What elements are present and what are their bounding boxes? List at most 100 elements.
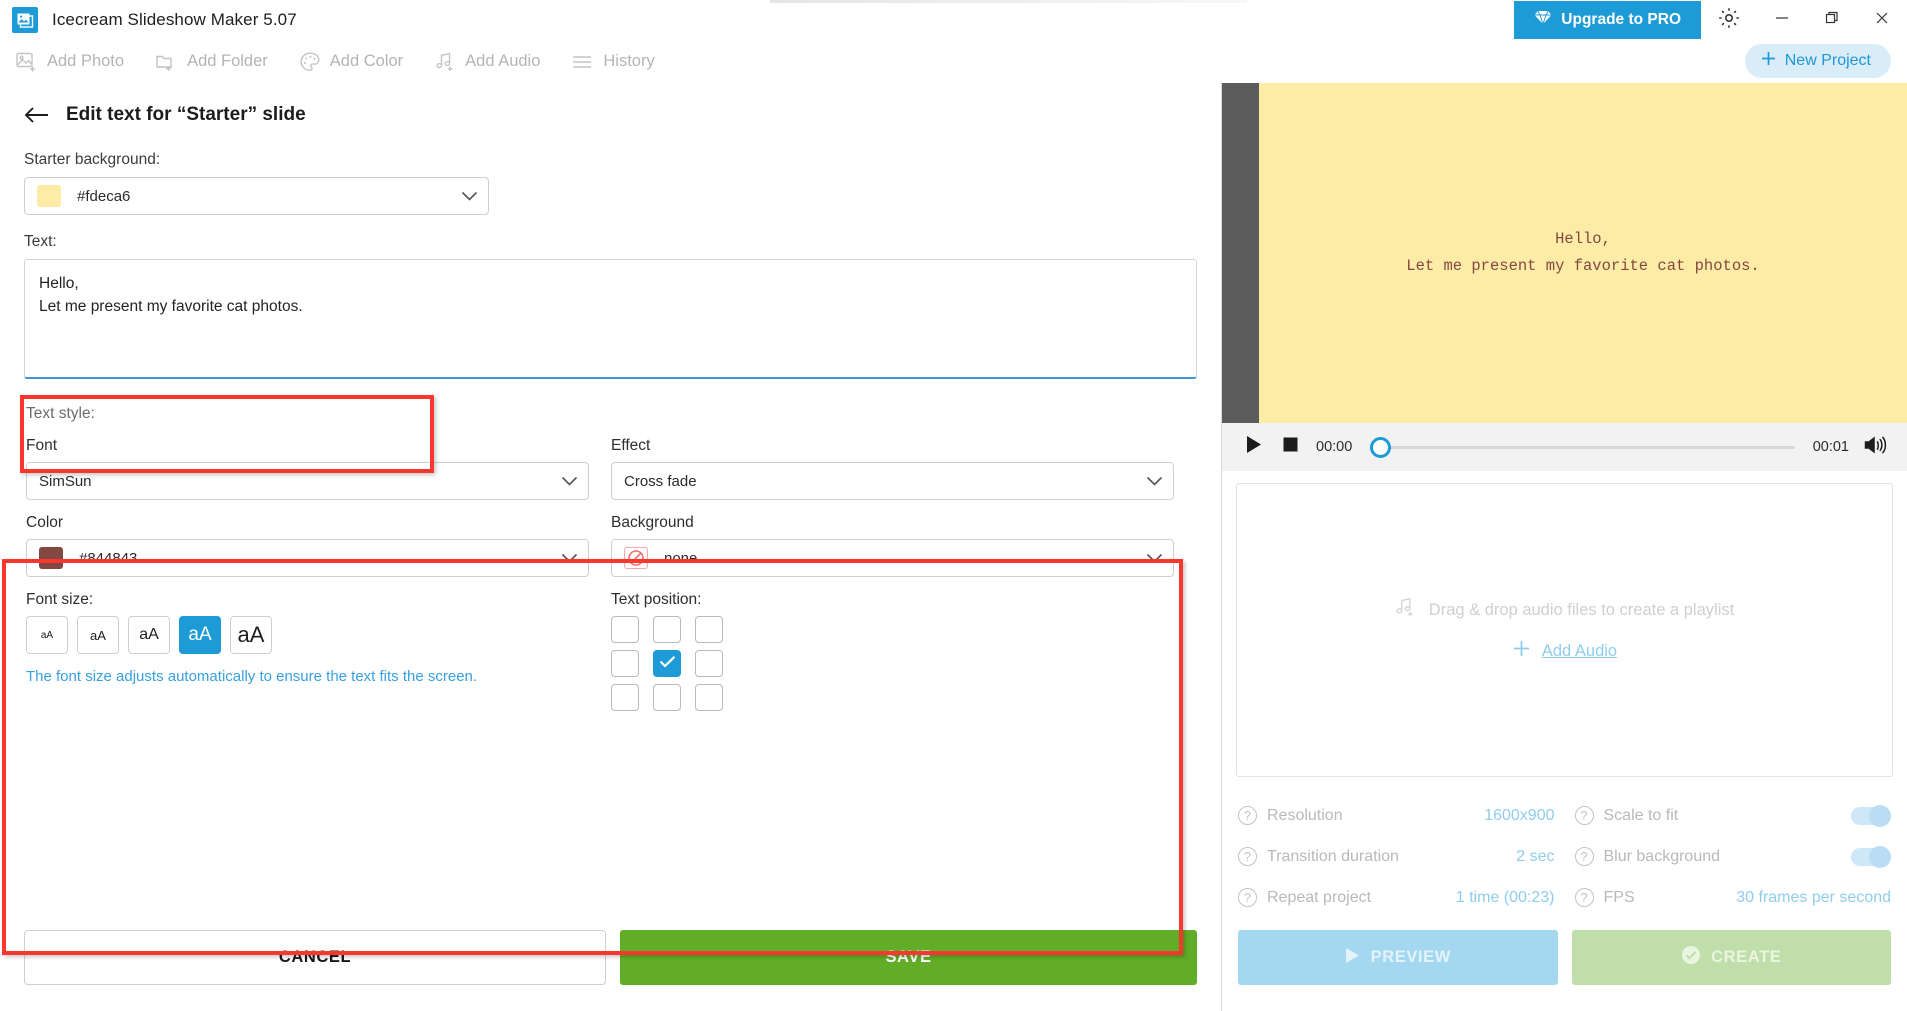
font-size-option-label: aA [237,622,265,647]
question-mark-icon[interactable]: ? [1574,806,1594,825]
toolbar-item-history[interactable]: History [572,52,655,71]
playback-slider[interactable] [1370,436,1795,458]
text-position-cell-top-center[interactable] [653,616,681,643]
play-button[interactable] [1236,429,1272,465]
text-background-label: Background [611,514,694,531]
audio-drop-hint: Drag & drop audio files to create a play… [1395,597,1734,623]
check-icon [659,655,676,673]
text-label: Text: [24,233,57,250]
text-position-cell-bottom-left[interactable] [611,684,639,711]
color-value: #844843 [79,549,138,567]
settings-button[interactable] [1701,0,1757,40]
stage-left-bar [1222,83,1259,423]
gear-icon [1717,6,1741,35]
maximize-icon [1824,10,1840,31]
setting-value[interactable]: 30 frames per second [1736,889,1891,907]
question-mark-icon[interactable]: ? [1574,888,1594,907]
effect-label: Effect [611,437,651,454]
volume-button[interactable] [1857,429,1893,465]
project-actions: PREVIEW CREATE [1222,922,1907,1011]
scale-to-fit-toggle[interactable] [1851,804,1891,827]
background-label: Starter background: [24,151,161,168]
play-icon [1345,947,1361,969]
question-mark-icon[interactable]: ? [1238,806,1257,825]
toggle-knob [1869,804,1891,827]
audio-dropzone[interactable]: Drag & drop audio files to create a play… [1236,483,1893,777]
app-logo-icon [12,7,38,33]
question-mark-icon[interactable]: ? [1238,847,1257,866]
edit-form: Starter background: #fdeca6 Text: Hello,… [0,133,1221,711]
new-project-button[interactable]: New Project [1744,44,1891,78]
text-position-cell-middle-right[interactable] [695,650,723,677]
playback-knob[interactable] [1370,436,1392,458]
upgrade-to-pro-button[interactable]: Upgrade to PRO [1514,1,1701,39]
setting-label: Scale to fit [1603,806,1679,824]
question-mark-icon[interactable]: ? [1238,888,1257,907]
create-button[interactable]: CREATE [1571,930,1891,985]
question-mark-icon[interactable]: ? [1574,847,1594,866]
font-size-option-2[interactable]: aA [77,616,119,654]
titlebar-divider [770,0,1247,3]
background-color-swatch [37,185,61,207]
toolbar-label: Add Photo [47,52,125,70]
slide-preview-stage: Hello, Let me present my favorite cat ph… [1222,83,1907,423]
font-size-option-5[interactable]: aA [230,616,272,654]
project-settings: ? Resolution 1600x900 ? Scale to fit ? T… [1222,789,1907,922]
setting-value[interactable]: 1 time (00:23) [1456,889,1555,907]
font-size-label: Font size: [26,591,94,608]
close-button[interactable] [1857,0,1907,40]
text-position-cell-bottom-right[interactable] [695,684,723,711]
toolbar-label: Add Color [329,52,404,70]
font-size-group: aA aA aA aA aA [26,616,589,654]
toolbar-label: History [603,52,655,70]
minimize-icon [1774,10,1790,31]
text-position-cell-middle-center[interactable] [653,650,681,677]
toolbar-item-add-photo[interactable]: Add Photo [16,52,124,72]
setting-label: Transition duration [1267,847,1399,865]
blur-background-toggle[interactable] [1851,845,1891,868]
total-time: 00:01 [1812,439,1849,455]
track-line [1370,445,1795,449]
text-position-cell-middle-left[interactable] [611,650,639,677]
toolbar-item-add-audio[interactable]: Add Audio [435,52,540,72]
text-position-cell-top-left[interactable] [611,616,639,643]
minimize-button[interactable] [1757,0,1807,40]
toolbar-label: Add Audio [465,52,541,70]
plus-icon [1512,639,1531,663]
setting-resolution: ? Resolution 1600x900 [1238,795,1555,836]
toolbar-item-add-color[interactable]: Add Color [300,51,404,72]
preview-button[interactable]: PREVIEW [1238,930,1558,985]
starter-background-select[interactable]: #fdeca6 [24,177,489,215]
slide-text-input[interactable]: Hello, Let me present my favorite cat ph… [24,259,1197,379]
font-size-option-label: aA [139,626,159,643]
back-arrow-icon[interactable] [24,106,50,124]
preview-label: PREVIEW [1370,948,1451,966]
text-color-select[interactable]: #844843 [26,539,589,577]
text-background-select[interactable]: none [611,539,1174,577]
setting-value[interactable]: 2 sec [1516,848,1554,866]
add-photo-icon [16,52,38,72]
text-position-cell-top-right[interactable] [695,616,723,643]
edit-text-panel: Edit text for “Starter” slide Starter ba… [0,83,1221,1011]
cancel-button[interactable]: CANCEL [24,930,606,985]
font-select[interactable]: SimSun [26,462,589,500]
effect-select[interactable]: Cross fade [611,462,1174,500]
toolbar-item-add-folder[interactable]: Add Folder [156,52,268,72]
font-size-option-3[interactable]: aA [128,616,170,654]
stop-button[interactable] [1272,429,1308,465]
background-value: #fdeca6 [77,187,131,205]
slide-canvas: Hello, Let me present my favorite cat ph… [1259,83,1907,423]
save-button[interactable]: SAVE [620,930,1197,985]
setting-value[interactable]: 1600x900 [1484,807,1554,825]
titlebar-controls: Upgrade to PRO [1514,0,1907,40]
add-audio-link[interactable]: Add Audio [1512,639,1617,663]
font-size-option-4[interactable]: aA [179,616,221,654]
main-content: Edit text for “Starter” slide Starter ba… [0,83,1907,1011]
maximize-button[interactable] [1807,0,1857,40]
preview-panel: Hello, Let me present my favorite cat ph… [1221,83,1907,1011]
font-size-option-1[interactable]: aA [26,616,68,654]
setting-scale-to-fit: ? Scale to fit [1574,795,1891,836]
font-size-option-label: aA [90,627,106,643]
close-icon [1874,10,1890,31]
text-position-cell-bottom-center[interactable] [653,684,681,711]
